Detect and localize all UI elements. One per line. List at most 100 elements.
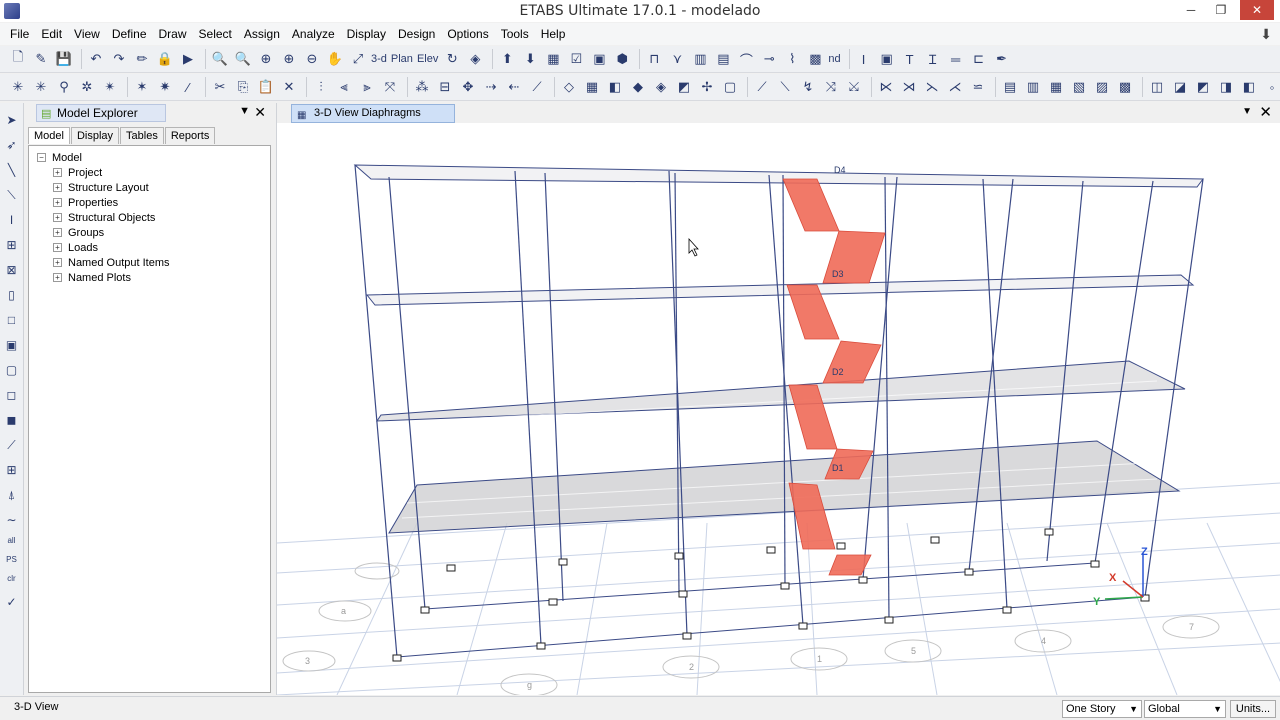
- draw-tendon-icon[interactable]: ∼: [3, 511, 21, 529]
- model-viewport[interactable]: ▦ 3-D View Diaphragms ▼ ✕ g 2 1 a 5 4 3 …: [276, 103, 1280, 695]
- joint-mass-icon[interactable]: ✴: [100, 77, 120, 97]
- draw-opening-icon[interactable]: ◼: [3, 411, 21, 429]
- display-options-icon[interactable]: ▦: [543, 49, 563, 69]
- draw-line-icon[interactable]: ╲: [3, 161, 21, 179]
- move-down-icon[interactable]: ⬇: [520, 49, 540, 69]
- draw-rect-floor-icon[interactable]: □: [3, 311, 21, 329]
- previous-selection-button[interactable]: PS: [6, 555, 17, 564]
- brace-icon[interactable]: ⋎: [667, 49, 687, 69]
- extrude-icon[interactable]: ⬢: [612, 49, 632, 69]
- tree-node-groups[interactable]: + Groups: [37, 225, 270, 240]
- joint-icon[interactable]: ✳: [8, 77, 28, 97]
- viewport-tab-3d-view[interactable]: ▦ 3-D View Diaphragms: [291, 104, 455, 123]
- line-offset-icon[interactable]: ⤩: [844, 77, 864, 97]
- draw-link-icon[interactable]: ⟋: [3, 436, 21, 454]
- open-icon[interactable]: ✎: [31, 49, 51, 69]
- line-release-icon[interactable]: ⤨: [821, 77, 841, 97]
- units-button[interactable]: Units...: [1230, 700, 1276, 718]
- i-beam-icon[interactable]: Ɪ: [923, 49, 943, 69]
- menu-select[interactable]: Select: [193, 23, 238, 45]
- measure-icon[interactable]: ⤢: [348, 49, 368, 69]
- restore-button[interactable]: ❐: [1208, 0, 1234, 20]
- zoom-window-icon[interactable]: 🔍: [210, 49, 230, 69]
- redo-icon[interactable]: ↷: [109, 49, 129, 69]
- draw-quick-floor-icon[interactable]: ▣: [3, 336, 21, 354]
- section-designer-icon[interactable]: ▣: [877, 49, 897, 69]
- coord-system-select[interactable]: Global ▼: [1144, 700, 1226, 718]
- undo-icon[interactable]: ↶: [86, 49, 106, 69]
- zoom-out-icon[interactable]: ⊖: [302, 49, 322, 69]
- tee-section-icon[interactable]: T: [900, 49, 920, 69]
- clear-selection-button[interactable]: clr: [7, 574, 15, 583]
- spandrel-icon[interactable]: ▦: [1046, 77, 1066, 97]
- section-cut-delete-icon[interactable]: ⋌: [945, 77, 965, 97]
- extend-icon[interactable]: ⇢: [481, 77, 501, 97]
- paste-icon[interactable]: 📋: [256, 77, 276, 97]
- tab-reports[interactable]: Reports: [164, 127, 216, 144]
- draw-column-icon[interactable]: Ι: [3, 211, 21, 229]
- view-3d-button[interactable]: 3-d: [371, 53, 387, 65]
- expand-icon[interactable]: +: [53, 183, 62, 192]
- snap-tool-icon[interactable]: ✓: [3, 593, 21, 611]
- divide-icon[interactable]: ⁂: [412, 77, 432, 97]
- menu-options[interactable]: Options: [441, 23, 494, 45]
- expand-icon[interactable]: +: [53, 273, 62, 282]
- menu-view[interactable]: View: [68, 23, 106, 45]
- close-button[interactable]: ✕: [1240, 0, 1274, 20]
- tree-node-named-plots[interactable]: + Named Plots: [37, 270, 270, 285]
- 3d-model-canvas[interactable]: g 2 1 a 5 4 3 7 D4 D3 D2 D1 Z Y X: [277, 123, 1280, 695]
- menu-help[interactable]: Help: [535, 23, 572, 45]
- new-model-icon[interactable]: 🗋: [8, 49, 28, 69]
- area-mesh-icon[interactable]: ◇: [559, 77, 579, 97]
- insertion-point-icon[interactable]: ▨: [1092, 77, 1112, 97]
- display-animate-icon[interactable]: ◦: [1262, 77, 1280, 97]
- close-explorer-icon[interactable]: ✕: [254, 104, 266, 121]
- menu-design[interactable]: Design: [392, 23, 441, 45]
- lock-icon[interactable]: 🔒: [155, 49, 175, 69]
- tree-node-named-output-items[interactable]: + Named Output Items: [37, 255, 270, 270]
- expand-icon[interactable]: +: [53, 198, 62, 207]
- wall-icon[interactable]: ▥: [690, 49, 710, 69]
- tree-node-project[interactable]: + Project: [37, 165, 270, 180]
- pier-icon[interactable]: ▥: [1023, 77, 1043, 97]
- diaphragm-icon[interactable]: ▤: [1000, 77, 1020, 97]
- expand-icon[interactable]: +: [53, 243, 62, 252]
- area-remove-point-icon[interactable]: ▢: [720, 77, 740, 97]
- offset-icon[interactable]: ⟋: [527, 77, 547, 97]
- tab-display[interactable]: Display: [70, 127, 120, 144]
- group-icon[interactable]: ▧: [1069, 77, 1089, 97]
- draw-floor-icon[interactable]: ▯: [3, 286, 21, 304]
- copy-props-icon[interactable]: ⊏: [969, 49, 989, 69]
- model-explorer-title-tab[interactable]: ▤ Model Explorer: [36, 104, 166, 122]
- display-deformed-icon[interactable]: ◪: [1170, 77, 1190, 97]
- area-join-icon[interactable]: ◩: [674, 77, 694, 97]
- zoom-restore-icon[interactable]: 🔍: [233, 49, 253, 69]
- delete-icon[interactable]: ✕: [279, 77, 299, 97]
- mirror-icon[interactable]: ⫷: [334, 77, 354, 97]
- display-tables-icon[interactable]: ◧: [1239, 77, 1259, 97]
- collapse-icon[interactable]: −: [37, 153, 46, 162]
- minimize-button[interactable]: ─: [1178, 0, 1204, 20]
- menu-display[interactable]: Display: [341, 23, 392, 45]
- pan-icon[interactable]: ✋: [325, 49, 345, 69]
- select-all-button[interactable]: all: [7, 536, 15, 545]
- tree-node-properties[interactable]: + Properties: [37, 195, 270, 210]
- line-assign-icon[interactable]: ⟍: [775, 77, 795, 97]
- move-icon[interactable]: ✥: [458, 77, 478, 97]
- draw-dimension-icon[interactable]: ⍋: [3, 486, 21, 504]
- dropdown-arrow-icon[interactable]: ▼: [239, 105, 250, 117]
- line-draw-icon[interactable]: ⟋: [752, 77, 772, 97]
- section-cut-draw-icon[interactable]: ⋊: [899, 77, 919, 97]
- pointer-icon[interactable]: ➤: [3, 111, 21, 129]
- zoom-in-icon[interactable]: ⊕: [256, 49, 276, 69]
- move-up-icon[interactable]: ⬆: [497, 49, 517, 69]
- join-icon[interactable]: ⊟: [435, 77, 455, 97]
- draw-wall-opening-icon[interactable]: ◻: [3, 386, 21, 404]
- menu-file[interactable]: File: [4, 23, 35, 45]
- draw-grid-icon[interactable]: ⊞: [3, 461, 21, 479]
- view-plan-button[interactable]: Plan: [391, 53, 413, 65]
- snap-icon[interactable]: ⤧: [380, 77, 400, 97]
- draw-beam-icon[interactable]: ⊞: [3, 236, 21, 254]
- edit-pencil-icon[interactable]: ✏: [132, 49, 152, 69]
- color-pen-icon[interactable]: ✒: [992, 49, 1012, 69]
